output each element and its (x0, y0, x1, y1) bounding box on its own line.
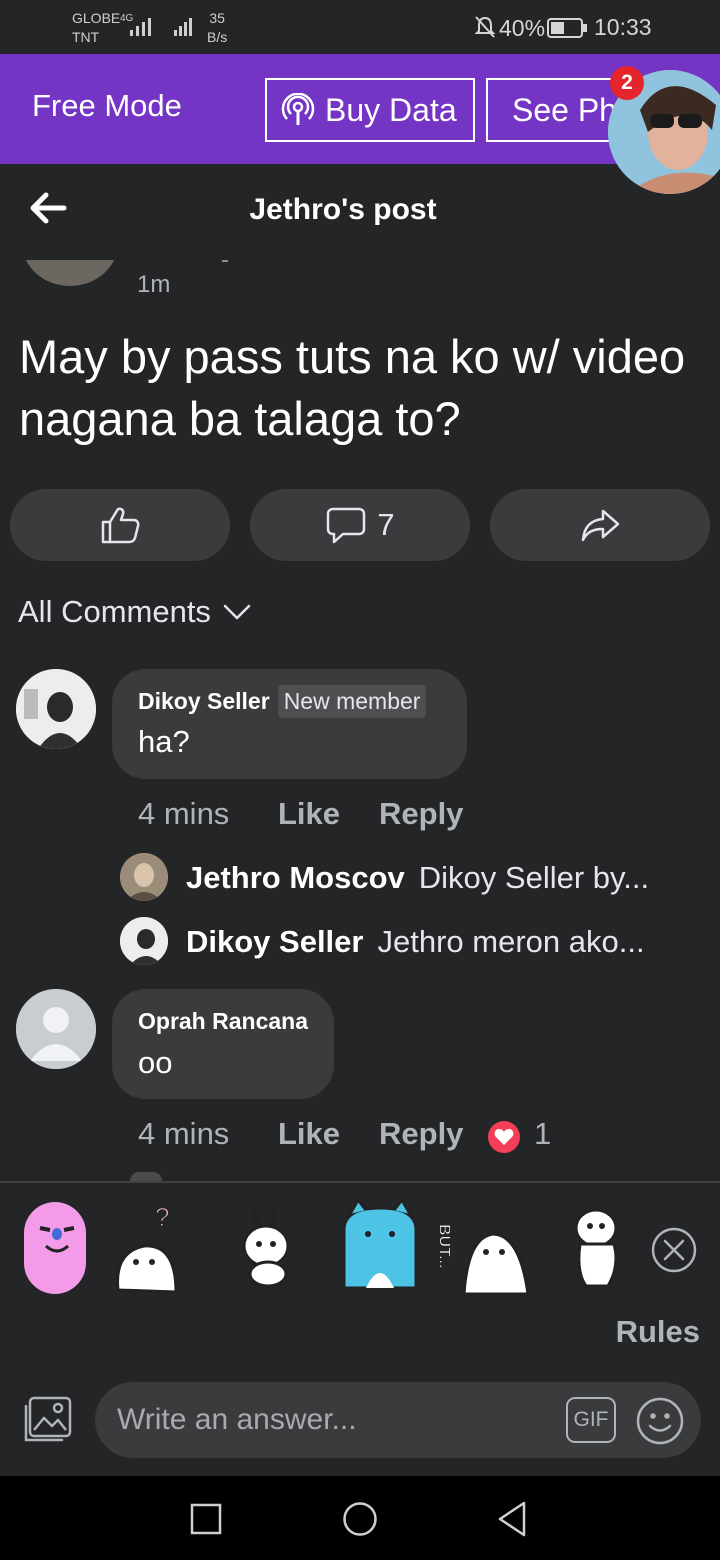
comment-like-button[interactable]: Like (278, 796, 340, 832)
bunny-sticker[interactable] (236, 1200, 300, 1290)
pink-sticker[interactable] (20, 1200, 90, 1300)
reply-preview[interactable]: Dikoy Seller Jethro meron ako... (186, 924, 645, 960)
comment-reply-button[interactable]: Reply (379, 796, 463, 832)
comment-icon (327, 507, 366, 544)
close-icon[interactable] (650, 1226, 698, 1274)
recent-apps-icon[interactable] (190, 1503, 222, 1535)
page-title: Jethro's post (249, 193, 437, 226)
network-speed: 35 B/s (207, 9, 227, 47)
comment-button[interactable]: 7 (250, 489, 470, 561)
see-photos-button[interactable]: See Ph (486, 78, 626, 142)
next-avatar-cut (130, 1172, 162, 1181)
reaction-count: 1 (534, 1116, 552, 1151)
comment-count: 7 (377, 507, 395, 542)
buy-data-button[interactable]: Buy Data (265, 78, 475, 142)
chat-badge: 2 (610, 66, 644, 100)
home-icon[interactable] (342, 1501, 378, 1537)
comment-time: 4 mins (138, 1116, 230, 1151)
reply-author: Jethro Moscov (186, 860, 405, 895)
broadcast-icon (281, 93, 315, 125)
ghost-question-sticker[interactable]: ? (110, 1200, 185, 1300)
comment-header: Dikoy Seller New member (138, 685, 427, 718)
default-avatar-icon (16, 989, 96, 1069)
carrier-top: GLOBE (72, 10, 121, 26)
all-comments-label: All Comments (18, 594, 211, 629)
svg-text:?: ? (155, 1202, 169, 1232)
answer-placeholder[interactable]: Write an answer... (117, 1403, 357, 1437)
battery-percent: 40% (499, 15, 546, 41)
reply-avatar[interactable] (120, 917, 168, 965)
reply-author: Dikoy Seller (186, 924, 364, 959)
sticker-text: BUT... (440, 1224, 453, 1268)
post-text: May by pass tuts na ko w/ video nagana b… (19, 330, 686, 445)
thumbs-up-icon (101, 507, 140, 544)
heart-reaction-icon[interactable] (487, 1120, 521, 1154)
reply-text: Jethro meron ako... (377, 924, 645, 959)
divider (0, 1181, 720, 1183)
comment-time: 4 mins (138, 796, 230, 831)
photo-gallery-icon[interactable] (20, 1394, 74, 1446)
carrier-bottom: TNT (72, 29, 100, 45)
commenter-photo (16, 669, 96, 749)
comment-text: oo (138, 1045, 173, 1080)
commenter-name[interactable]: Dikoy Seller (138, 688, 270, 715)
commenter-avatar[interactable] (16, 669, 96, 749)
like-button[interactable] (10, 489, 230, 561)
see-photos-label: See Ph (512, 91, 617, 128)
post-time: 1m (137, 271, 171, 298)
gif-label: GIF (573, 1408, 609, 1431)
new-member-badge: New member (277, 685, 427, 718)
commenter-avatar[interactable] (16, 989, 96, 1069)
speed-unit: B/s (207, 29, 228, 45)
emoji-icon[interactable] (635, 1396, 685, 1446)
commenter-name[interactable]: Oprah Rancana (138, 1008, 308, 1035)
back-nav-icon[interactable] (496, 1501, 528, 1537)
speed-value: 35 (209, 10, 225, 26)
battery-icon (547, 18, 587, 38)
bell-muted-icon (474, 16, 496, 38)
buy-data-label: Buy Data (325, 91, 457, 128)
carrier-info: GLOBE TNT (72, 9, 120, 47)
reply-text: Dikoy Seller by... (418, 860, 650, 895)
reply-photo (120, 853, 168, 901)
rules-link[interactable]: Rules (616, 1314, 700, 1350)
author-name-cut (222, 260, 228, 262)
comment-like-button[interactable]: Like (278, 1116, 340, 1152)
share-icon (581, 509, 620, 542)
reply-preview[interactable]: Jethro Moscov Dikoy Seller by... (186, 860, 649, 896)
clock: 10:33 (594, 14, 652, 40)
comment-reply-button[interactable]: Reply (379, 1116, 463, 1152)
comment-bubble[interactable] (112, 989, 334, 1099)
free-mode-label: Free Mode (32, 88, 182, 123)
status-bar: GLOBE TNT 4G 35 B/s 40% 10:33 (0, 0, 720, 54)
chevron-down-icon (223, 604, 251, 620)
gif-button[interactable]: GIF (566, 1397, 616, 1443)
blue-cat-sticker[interactable] (340, 1200, 420, 1292)
dancing-bunny-sticker[interactable] (566, 1200, 634, 1292)
but-ghost-sticker[interactable]: BUT... (440, 1200, 532, 1296)
all-comments-filter[interactable]: All Comments (18, 594, 251, 630)
share-button[interactable] (490, 489, 710, 561)
comment-text: ha? (138, 724, 190, 759)
signal-icon (130, 18, 151, 36)
reply-avatar[interactable] (120, 853, 168, 901)
reply-photo (120, 917, 168, 965)
signal-icon-2 (174, 18, 192, 36)
